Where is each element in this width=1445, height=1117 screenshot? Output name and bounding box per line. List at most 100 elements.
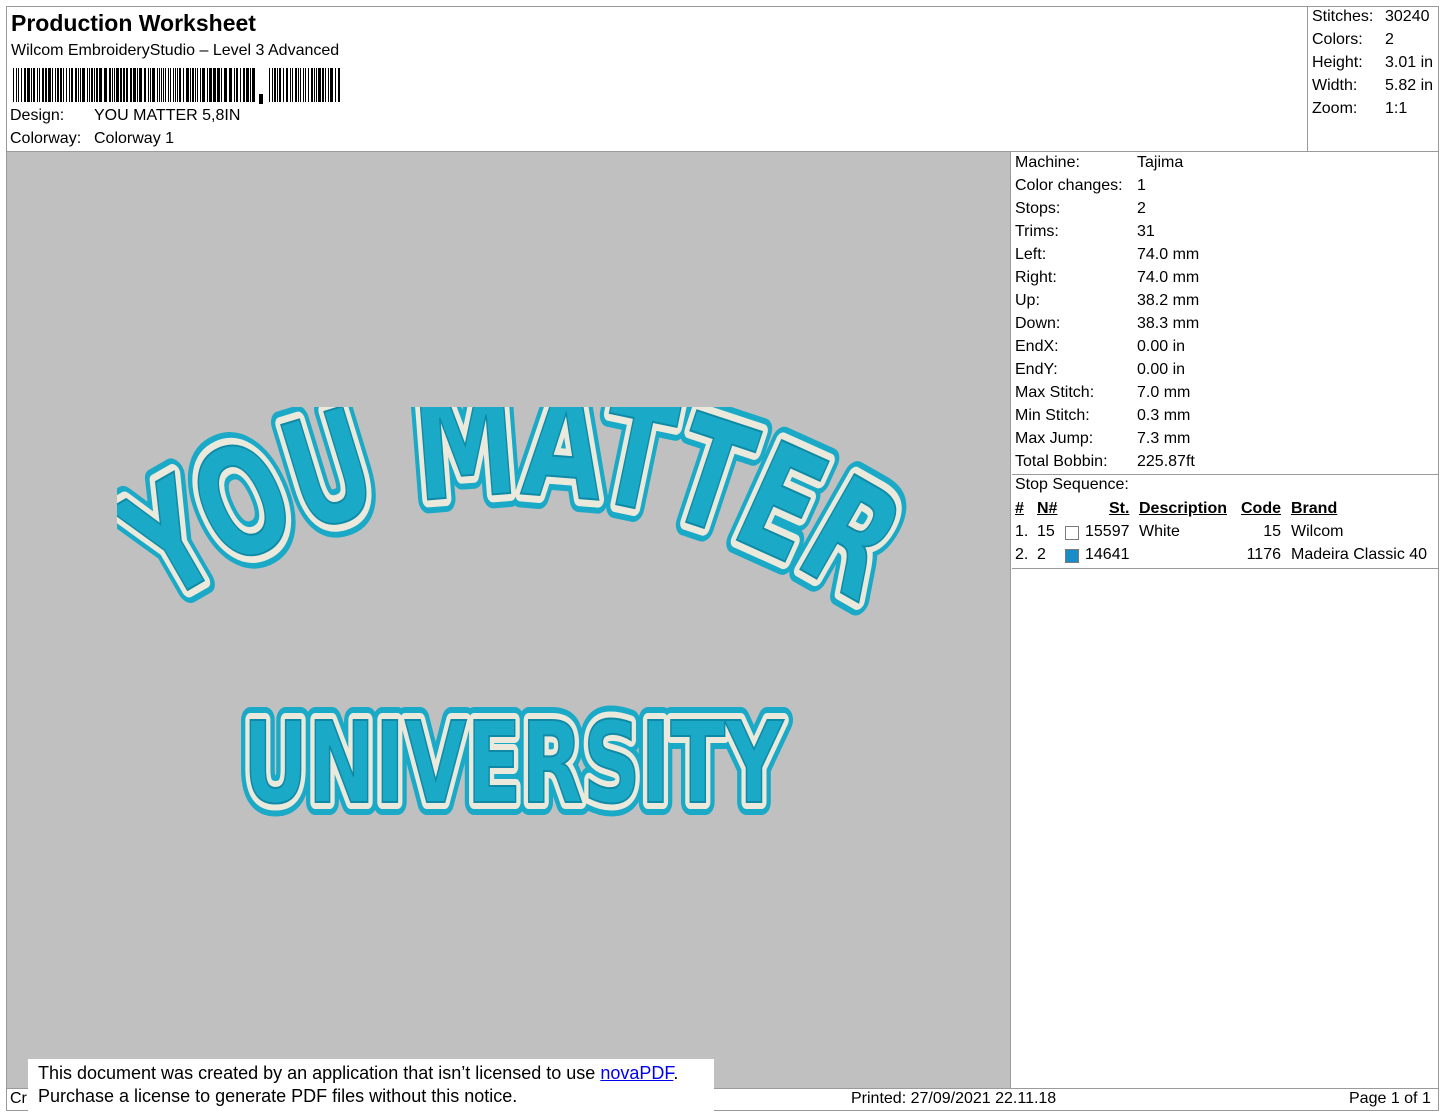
barcode-bar <box>190 68 191 102</box>
barcode-bar <box>63 68 64 102</box>
barcode-bar <box>250 68 251 102</box>
barcode-bar <box>200 68 201 102</box>
detail-min-stitch: Min Stitch: 0.3 mm <box>1015 407 1191 424</box>
barcode-bar <box>202 68 205 102</box>
design-top-text: YOU MATTER <box>117 407 907 637</box>
barcode-bar <box>37 68 38 102</box>
barcode-bar <box>240 68 241 102</box>
barcode-bar <box>335 68 336 102</box>
notice-line-1: This document was created by an applicat… <box>38 1063 679 1083</box>
barcode-bar <box>48 68 51 102</box>
color-swatch-blue <box>1065 549 1079 563</box>
notice-line-2: Purchase a license to generate PDF files… <box>38 1086 518 1106</box>
barcode-bar <box>75 68 77 102</box>
barcode-bar <box>316 68 317 102</box>
barcode-bar <box>303 68 304 102</box>
barcode-bar <box>213 68 216 102</box>
detail-left: Left: 74.0 mm <box>1015 246 1200 263</box>
detail-stops: Stops: 2 <box>1015 200 1146 217</box>
barcode-bar <box>60 68 62 102</box>
divider <box>1012 568 1439 569</box>
barcode-bar <box>183 68 184 102</box>
barcode-bar <box>300 68 301 102</box>
colorway-label: Colorway: <box>10 130 82 147</box>
barcode-bar <box>161 68 162 102</box>
header-needle: N# <box>1037 500 1058 517</box>
barcode-bar <box>170 68 171 102</box>
barcode-bar <box>338 68 340 102</box>
detail-machine: Machine: Tajima <box>1015 154 1184 171</box>
barcode-bar <box>114 68 115 102</box>
barcode-bar <box>229 68 232 102</box>
barcode-bar <box>277 68 278 102</box>
barcode-bar <box>168 68 169 102</box>
barcode-bar <box>157 68 158 102</box>
details-panel: Machine: Tajima Color changes: 1 Stops: 2 T… <box>1012 152 1439 1088</box>
barcode-bar <box>305 68 306 102</box>
barcode-bar <box>330 68 333 102</box>
footer-left: Cr <box>10 1090 27 1107</box>
barcode-image <box>13 68 340 104</box>
design-preview: YOU MATTER YOU MATTER YOU MATTER UNIVERS… <box>7 152 1011 1088</box>
barcode-bar <box>80 68 81 102</box>
header-index: # <box>1015 500 1024 517</box>
barcode-bar <box>209 68 212 102</box>
summary-zoom: Zoom: 1:1 <box>1312 100 1408 117</box>
license-notice: This document was created by an applicat… <box>28 1059 714 1113</box>
stop-sequence-title: Stop Sequence: <box>1015 476 1129 493</box>
barcode-bar <box>279 68 281 102</box>
page-number: Page 1 of 1 <box>1349 1090 1431 1107</box>
barcode-bar <box>78 68 79 102</box>
barcode-bar <box>308 68 309 102</box>
barcode-bar <box>207 68 208 102</box>
printed-date: Printed: 27/09/2021 22.11.18 <box>851 1090 1057 1107</box>
barcode-bar <box>325 68 326 102</box>
header-description: Description <box>1139 500 1228 517</box>
barcode-bar <box>31 68 32 102</box>
barcode-bar <box>236 68 238 102</box>
barcode-bar <box>82 68 85 102</box>
colorway-row: Colorway: Colorway 1 <box>10 130 174 148</box>
barcode-bar <box>150 68 151 102</box>
barcode-bar <box>87 68 88 102</box>
header-stitches: St. <box>1109 500 1130 517</box>
barcode-bar <box>89 68 90 102</box>
barcode-bar <box>234 68 235 102</box>
barcode-bar <box>69 68 70 102</box>
barcode-bar <box>27 68 30 102</box>
design-value: YOU MATTER 5,8IN <box>94 107 241 124</box>
barcode-bar <box>126 68 128 102</box>
barcode-bar <box>116 68 119 102</box>
barcode-bar <box>55 68 56 102</box>
detail-down: Down: 38.3 mm <box>1015 315 1200 332</box>
barcode-bar <box>148 68 149 102</box>
barcode-bar <box>24 68 26 102</box>
barcode-bar <box>52 68 53 102</box>
barcode-bar <box>94 68 95 102</box>
summary-height: Height: 3.01 in <box>1312 54 1434 71</box>
design-row: Design: YOU MATTER 5,8IN <box>10 107 240 125</box>
barcode-bar <box>269 68 270 102</box>
barcode-bar <box>139 68 142 102</box>
barcode-bar <box>99 68 102 102</box>
header-brand: Brand <box>1291 500 1338 517</box>
color-swatch-white <box>1065 526 1079 540</box>
detail-up: Up: 38.2 mm <box>1015 292 1200 309</box>
barcode-bar <box>120 68 122 102</box>
detail-max-stitch: Max Stitch: 7.0 mm <box>1015 384 1191 401</box>
header-code: Code <box>1241 500 1281 517</box>
novapdf-link[interactable]: novaPDF <box>600 1063 673 1083</box>
barcode-bar <box>57 68 59 102</box>
page-title: Production Worksheet <box>11 10 256 36</box>
summary-box: Stitches: 30240 Colors: 2 Height: 3.01 in W… <box>1307 6 1439 152</box>
detail-total-bobbin: Total Bobbin: 225.87ft <box>1015 453 1195 470</box>
summary-width: Width: 5.82 in <box>1312 77 1434 94</box>
barcode-bar <box>195 68 196 102</box>
barcode-bar <box>45 68 47 102</box>
barcode-bar <box>186 68 189 102</box>
barcode-bar <box>175 68 176 102</box>
detail-endx: EndX: 0.00 in <box>1015 338 1186 355</box>
detail-max-jump: Max Jump: 7.3 mm <box>1015 430 1191 447</box>
barcode-bar <box>21 68 22 102</box>
detail-trims: Trims: 31 <box>1015 223 1155 240</box>
